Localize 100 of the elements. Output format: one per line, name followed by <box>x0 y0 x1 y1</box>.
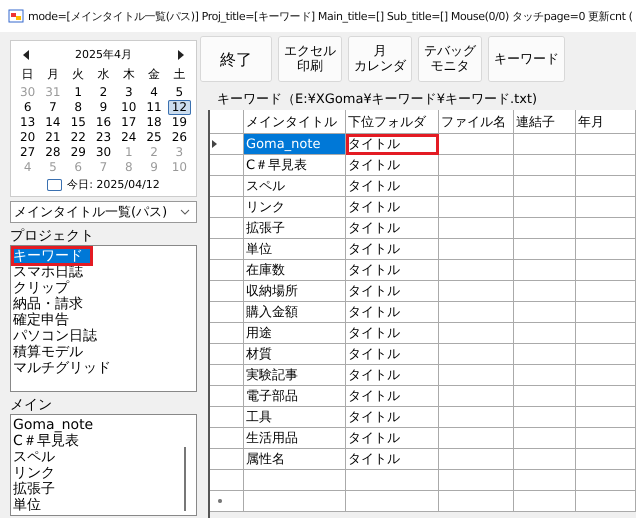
project-item[interactable]: クリップ <box>13 280 194 296</box>
table-cell <box>576 197 636 218</box>
calendar-day[interactable]: 23 <box>92 130 116 145</box>
table-cell <box>576 365 636 386</box>
table-cell <box>514 281 576 302</box>
calendar-day[interactable]: 21 <box>41 130 65 145</box>
table-cell: タイトル <box>346 365 439 386</box>
main-item[interactable]: 拡張子 <box>13 481 184 497</box>
calendar-day[interactable]: 12 <box>168 100 191 115</box>
next-month-icon[interactable] <box>178 50 184 60</box>
calendar-day[interactable]: 6 <box>16 100 40 115</box>
table-cell: 収納場所 <box>244 281 346 302</box>
table-cell <box>576 491 636 512</box>
calendar-day[interactable]: 11 <box>142 100 166 115</box>
toolbar-button[interactable]: テバッグ モニタ <box>418 36 482 82</box>
table-cell: 工具 <box>244 407 346 428</box>
mode-dropdown[interactable]: メインタイトル一覧(パス) <box>10 201 197 223</box>
calendar-day[interactable]: 17 <box>117 115 140 130</box>
table-cell: タイトル <box>346 386 439 407</box>
table-cell: タイトル <box>346 134 439 155</box>
table-cell <box>514 197 576 218</box>
table-cell: Goma_note <box>244 134 346 155</box>
calendar-month: 2025年4月 <box>75 47 132 62</box>
table-cell: リンク <box>244 197 346 218</box>
calendar-day[interactable]: 25 <box>142 130 166 145</box>
calendar-day[interactable]: 19 <box>168 115 191 130</box>
calendar-day[interactable]: 28 <box>41 145 65 160</box>
calendar-day[interactable]: 1 <box>66 85 90 100</box>
project-item[interactable]: 確定申告 <box>13 312 194 328</box>
table-cell: タイトル <box>346 176 439 197</box>
main-item[interactable]: スペル <box>13 449 184 465</box>
row-header[interactable] <box>210 134 244 155</box>
calendar-day[interactable]: 4 <box>142 85 166 100</box>
weekday-label: 月 <box>46 66 60 83</box>
calendar-day[interactable]: 10 <box>117 100 140 115</box>
project-item[interactable]: マルチグリッド <box>13 360 194 376</box>
table-cell <box>514 323 576 344</box>
table-cell: 実験記事 <box>244 365 346 386</box>
column-header[interactable]: ファイル名 <box>439 110 514 134</box>
table-cell <box>514 428 576 449</box>
toolbar-button[interactable]: 月 カレンダ <box>348 36 412 82</box>
table-cell: スペル <box>244 176 346 197</box>
main-item[interactable]: C＃早見表 <box>13 433 184 449</box>
table-cell: タイトル <box>346 218 439 239</box>
calendar-day[interactable]: 20 <box>16 130 40 145</box>
project-item[interactable]: キーワード <box>13 248 91 264</box>
table-cell: タイトル <box>346 197 439 218</box>
table-cell <box>576 428 636 449</box>
calendar-day[interactable]: 14 <box>41 115 65 130</box>
project-item[interactable]: パソコン日誌 <box>13 328 194 344</box>
table-cell: 購入金額 <box>244 302 346 323</box>
column-header[interactable]: 下位フォルダ <box>346 110 439 134</box>
calendar-day[interactable]: 24 <box>117 130 140 145</box>
weekday-label: 日 <box>20 66 35 83</box>
table-cell <box>514 134 576 155</box>
calendar-day[interactable]: 3 <box>117 85 140 100</box>
table-cell <box>576 344 636 365</box>
table-cell <box>576 407 636 428</box>
column-header[interactable]: メインタイトル <box>244 110 346 134</box>
table-cell: 用途 <box>244 323 346 344</box>
scrollbar-thumb[interactable] <box>184 447 186 511</box>
calendar-day[interactable]: 8 <box>66 100 90 115</box>
table-cell <box>576 386 636 407</box>
previous-month-icon[interactable] <box>23 50 29 60</box>
table-cell: タイトル <box>346 155 439 176</box>
calendar-day[interactable]: 18 <box>142 115 166 130</box>
table-cell: タイトル <box>346 260 439 281</box>
table-cell: 属性名 <box>244 449 346 470</box>
calendar-day[interactable]: 5 <box>168 85 191 100</box>
column-header[interactable]: 年月 <box>576 110 636 134</box>
toolbar-button[interactable]: エクセル 印刷 <box>278 36 342 82</box>
table-cell <box>514 260 576 281</box>
today-label[interactable]: 今日: 2025/04/12 <box>67 177 160 192</box>
project-item[interactable]: 積算モデル <box>13 344 194 360</box>
calendar-day[interactable]: 29 <box>66 145 90 160</box>
table-cell: タイトル <box>346 281 439 302</box>
today-marker-icon <box>47 178 62 190</box>
project-item[interactable]: 納品・請求 <box>13 296 194 312</box>
calendar-day[interactable]: 26 <box>168 130 191 145</box>
calendar-day[interactable]: 2 <box>92 85 116 100</box>
table-cell <box>514 344 576 365</box>
calendar-day[interactable]: 9 <box>92 100 116 115</box>
table-cell <box>514 155 576 176</box>
calendar-day[interactable]: 13 <box>16 115 40 130</box>
main-item[interactable]: 単位 <box>13 497 184 513</box>
main-item[interactable]: リンク <box>13 465 184 481</box>
table-cell <box>514 365 576 386</box>
toolbar-button[interactable]: 終了 <box>200 36 272 82</box>
column-header[interactable]: 連結子 <box>514 110 576 134</box>
calendar-day[interactable]: 7 <box>41 100 65 115</box>
calendar-day[interactable]: 22 <box>66 130 90 145</box>
table-cell: タイトル <box>346 344 439 365</box>
calendar-day[interactable]: 27 <box>16 145 40 160</box>
calendar-day[interactable]: 16 <box>92 115 116 130</box>
main-item[interactable]: Goma_note <box>13 417 184 433</box>
calendar-day[interactable]: 30 <box>92 145 116 160</box>
table-cell <box>514 218 576 239</box>
table-cell <box>576 176 636 197</box>
toolbar-button[interactable]: キーワード <box>488 36 565 82</box>
calendar-day[interactable]: 15 <box>66 115 90 130</box>
